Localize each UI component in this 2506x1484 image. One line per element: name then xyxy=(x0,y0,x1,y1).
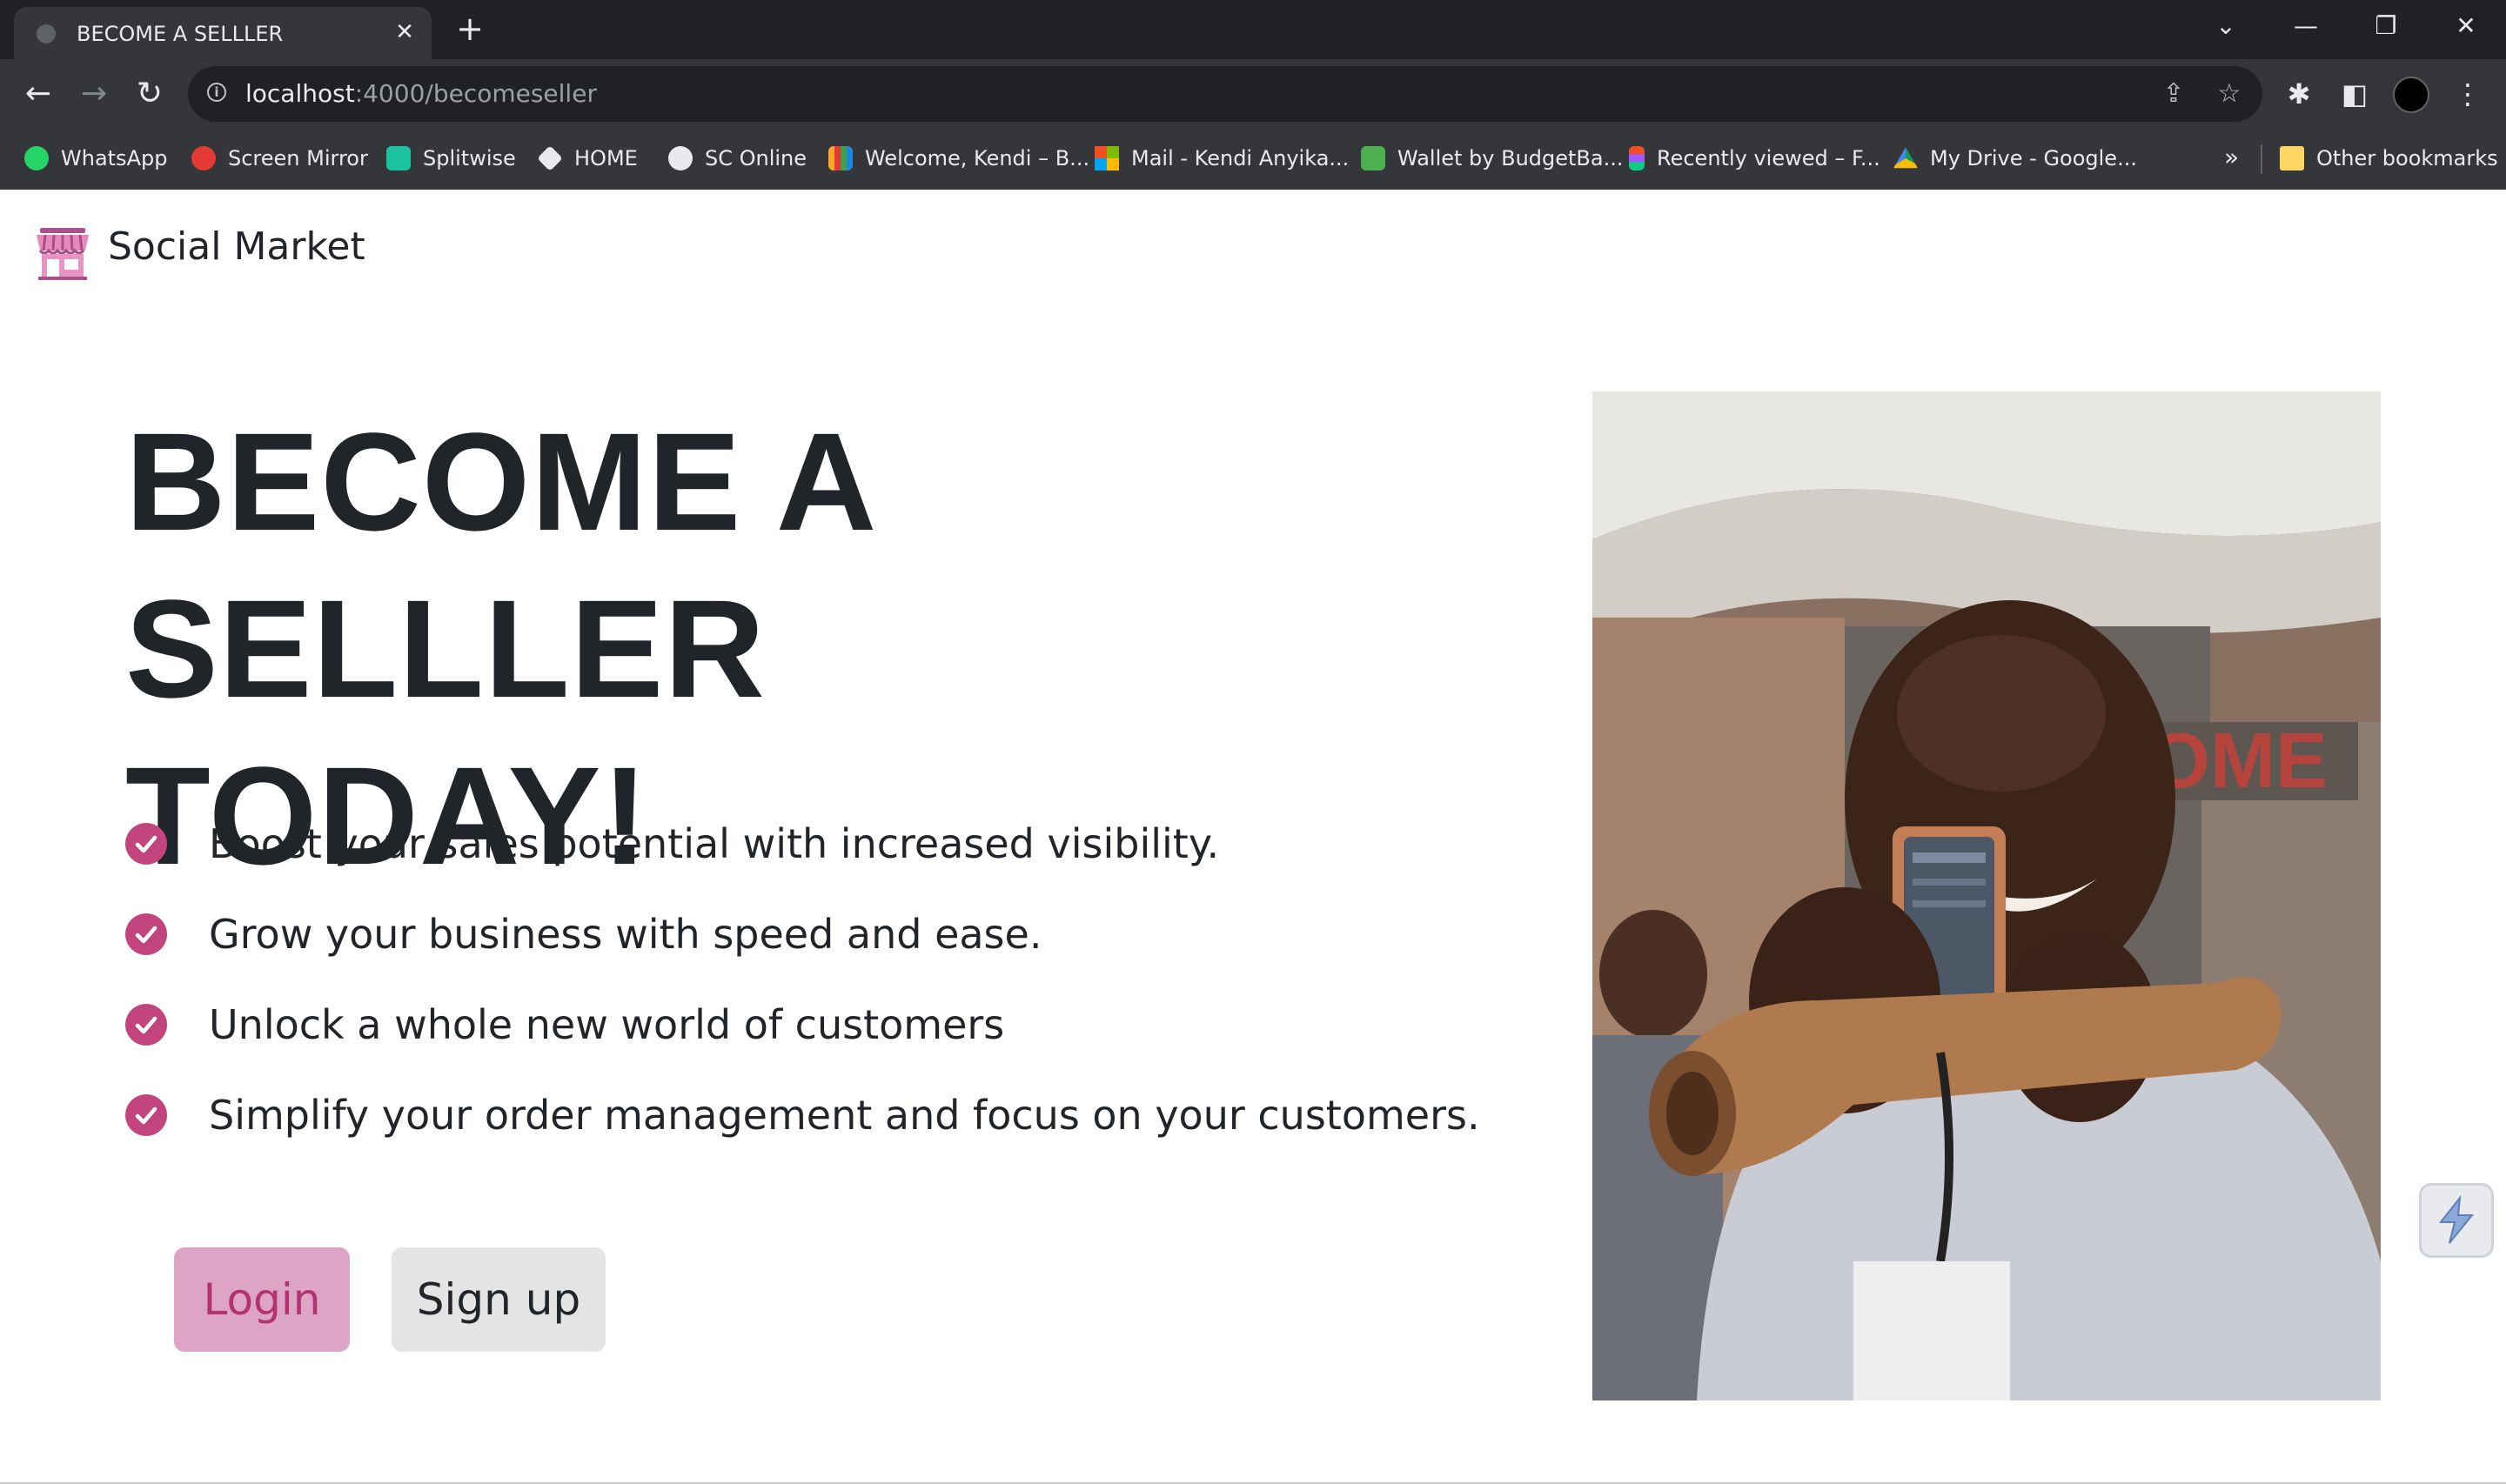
home-icon xyxy=(537,145,563,171)
list-item: Grow your business with speed and ease. xyxy=(125,889,1480,979)
feature-text: Unlock a whole new world of customers xyxy=(209,1001,1005,1048)
seller-photo: OME xyxy=(1592,391,2381,1400)
more-bookmarks-icon[interactable]: » xyxy=(2224,143,2239,171)
list-item: Simplify your order management and focus… xyxy=(125,1070,1480,1160)
side-panel-icon[interactable]: ◧ xyxy=(2335,75,2374,113)
back-icon[interactable]: ← xyxy=(19,75,57,113)
tab-title: BECOME A SELLLER xyxy=(77,22,284,46)
check-circle-icon xyxy=(125,1094,167,1136)
check-circle-icon xyxy=(125,913,167,955)
close-tab-icon[interactable]: ✕ xyxy=(390,17,419,47)
svg-text:OME: OME xyxy=(2149,718,2328,805)
bookmark-screen-mirror[interactable]: Screen Mirror xyxy=(191,143,368,174)
bookmark-whatsapp[interactable]: WhatsApp xyxy=(24,143,167,174)
floating-widget-button[interactable] xyxy=(2419,1183,2494,1258)
folder-icon xyxy=(2280,146,2304,170)
whatsapp-icon xyxy=(24,146,49,170)
bookmark-wallet[interactable]: Wallet by BudgetBa... xyxy=(1361,143,1624,174)
screen-mirror-icon xyxy=(191,146,216,170)
tab-strip: BECOME A SELLLER ✕ + ⌄ — ❐ ✕ xyxy=(0,0,2506,59)
feature-text: Simplify your order management and focus… xyxy=(209,1092,1480,1139)
other-bookmarks[interactable]: Other bookmarks xyxy=(2280,143,2498,174)
menu-icon[interactable]: ⋮ xyxy=(2449,75,2487,113)
bookmark-mail[interactable]: Mail - Kendi Anyika... xyxy=(1095,143,1349,174)
star-icon[interactable]: ☆ xyxy=(2212,77,2247,111)
bookmarks-divider xyxy=(2261,144,2262,174)
extensions-icon[interactable]: ✱ xyxy=(2280,75,2318,113)
bookmark-google-drive[interactable]: My Drive - Google... xyxy=(1893,143,2137,174)
share-icon[interactable]: ⇪ xyxy=(2156,77,2191,111)
browser-toolbar: ← → ↻ i localhost:4000/becomeseller ⇪ ☆ … xyxy=(0,59,2506,129)
reload-icon[interactable]: ↻ xyxy=(131,75,169,113)
bookmark-welcome-kendi[interactable]: Welcome, Kendi – B... xyxy=(828,143,1089,174)
become-seller-page: Social Market BECOME A SELLLER TODAY! Bo… xyxy=(0,190,2506,1484)
globe-icon xyxy=(37,24,56,43)
bar-chart-icon xyxy=(828,146,853,170)
signup-button[interactable]: Sign up xyxy=(392,1247,606,1352)
list-item: Unlock a whole new world of customers xyxy=(125,979,1480,1070)
feature-text: Boost your sales potential with increase… xyxy=(209,820,1220,867)
google-drive-icon xyxy=(1893,147,1918,169)
browser-tab[interactable]: BECOME A SELLLER ✕ xyxy=(14,7,432,59)
feature-list: Boost your sales potential with increase… xyxy=(125,799,1480,1160)
check-circle-icon xyxy=(125,1004,167,1046)
globe-icon xyxy=(668,146,693,170)
url-text[interactable]: localhost:4000/becomeseller xyxy=(245,79,597,108)
wallet-icon xyxy=(1361,146,1385,170)
info-icon[interactable]: i xyxy=(207,83,226,102)
bookmark-figma[interactable]: Recently viewed – F... xyxy=(1629,143,1880,174)
lightning-icon xyxy=(2438,1194,2475,1244)
feature-text: Grow your business with speed and ease. xyxy=(209,911,1042,958)
forward-icon[interactable]: → xyxy=(75,75,113,113)
restore-icon[interactable]: ❐ xyxy=(2365,9,2407,43)
new-tab-button[interactable]: + xyxy=(452,12,487,47)
brand-name[interactable]: Social Market xyxy=(108,224,365,269)
close-window-icon[interactable]: ✕ xyxy=(2445,9,2487,43)
tab-search-icon[interactable]: ⌄ xyxy=(2205,9,2247,43)
headline-line-1: BECOME A SELLLER xyxy=(125,404,873,726)
shop-icon[interactable] xyxy=(35,226,90,280)
microsoft-icon xyxy=(1095,146,1119,170)
login-button[interactable]: Login xyxy=(174,1247,350,1352)
profile-avatar[interactable] xyxy=(2393,77,2429,113)
splitwise-icon xyxy=(386,146,411,170)
address-bar[interactable]: i localhost:4000/becomeseller ⇪ ☆ xyxy=(188,66,2262,122)
bookmark-splitwise[interactable]: Splitwise xyxy=(386,143,516,174)
list-item: Boost your sales potential with increase… xyxy=(125,799,1480,889)
bookmark-sc-online[interactable]: SC Online xyxy=(668,143,807,174)
bookmarks-bar: WhatsApp Screen Mirror Splitwise HOME SC… xyxy=(0,129,2506,191)
figma-icon xyxy=(1629,146,1645,170)
minimize-icon[interactable]: — xyxy=(2285,9,2327,43)
check-circle-icon xyxy=(125,823,167,865)
bookmark-home[interactable]: HOME xyxy=(537,143,638,174)
